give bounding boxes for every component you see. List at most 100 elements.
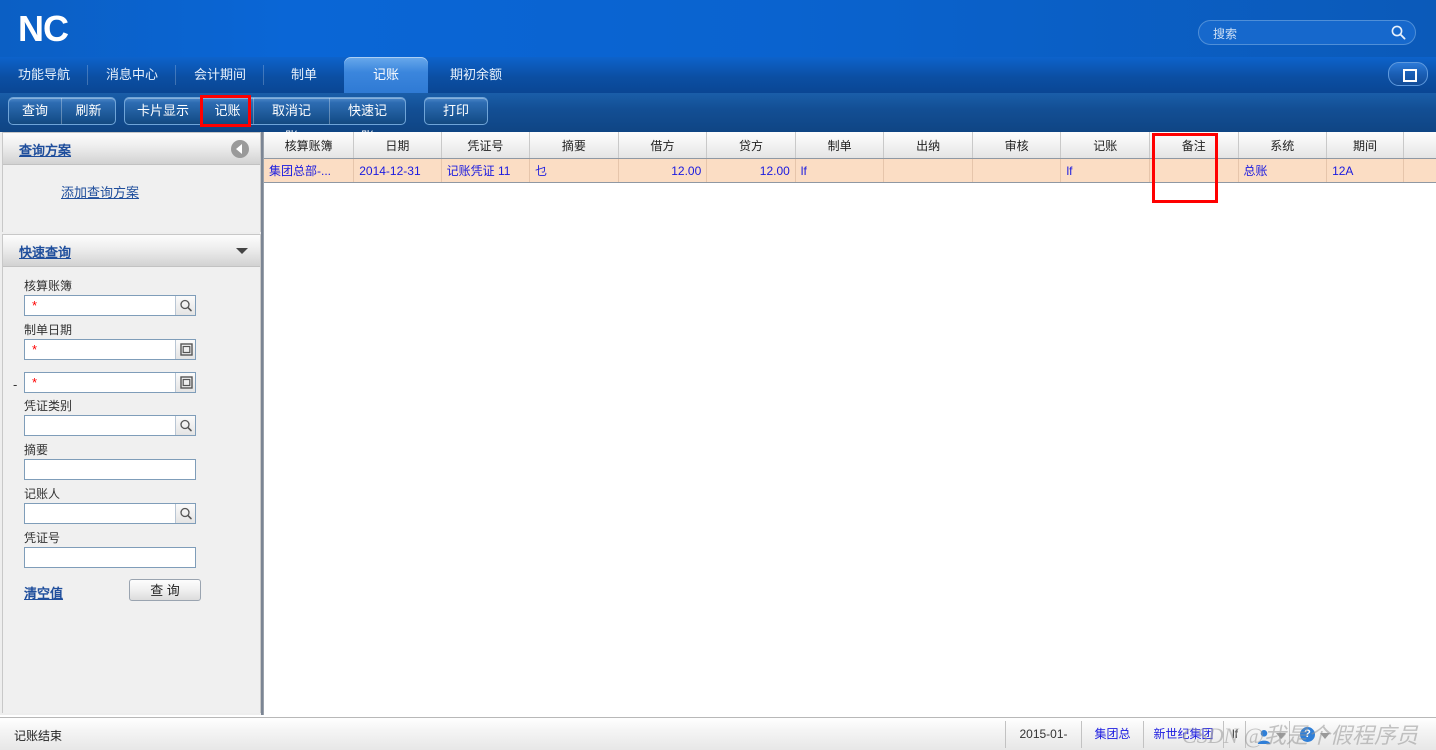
result-grid-wrapper: 核算账簿 日期 凭证号 摘要 借方 贷方 制单 出纳 审核 记账 备注 系统 期… — [264, 132, 1436, 183]
field-label-voucher-no: 凭证号 — [24, 531, 61, 545]
query-scheme-header: 查询方案 — [3, 133, 260, 165]
tab-function-nav[interactable]: 功能导航 — [0, 57, 88, 93]
cell-auditor — [972, 158, 1062, 183]
field-label-abstract: 摘要 — [24, 443, 49, 457]
col-header-maker[interactable]: 制单 — [795, 132, 885, 159]
col-header-voucher-no[interactable]: 凭证号 — [441, 132, 531, 159]
col-header-system[interactable]: 系统 — [1238, 132, 1328, 159]
col-header-date[interactable]: 日期 — [353, 132, 442, 159]
cell-voucher-no: 记账凭证 11 — [441, 158, 531, 183]
workspace: 查询方案 添加查询方案 快速查询 核算账簿 * 制单日期 * - * 凭证类别 … — [0, 132, 1436, 717]
result-content-area: 核算账簿 日期 凭证号 摘要 借方 贷方 制单 出纳 审核 记账 备注 系统 期… — [263, 132, 1436, 715]
col-header-remark[interactable]: 备注 — [1149, 132, 1239, 159]
query-scheme-panel: 查询方案 添加查询方案 — [2, 132, 261, 232]
tab-label: 功能导航 — [17, 67, 70, 82]
collapse-left-icon[interactable] — [231, 140, 249, 158]
col-header-ledger[interactable]: 核算账簿 — [264, 132, 355, 159]
table-row[interactable]: 集团总部-... 2014-12-31 记账凭证 11 乜 12.00 12.0… — [264, 158, 1436, 183]
search-icon[interactable] — [175, 296, 195, 315]
tab-voucher-entry[interactable]: 制单 — [264, 57, 344, 93]
search-icon — [1391, 25, 1406, 40]
table-header-row: 核算账簿 日期 凭证号 摘要 借方 贷方 制单 出纳 审核 记账 备注 系统 期… — [264, 132, 1436, 159]
triangle-down-icon — [1320, 733, 1330, 739]
bookkeeper-input[interactable] — [24, 503, 196, 524]
cell-abstract: 乜 — [529, 158, 619, 183]
bookkeeping-result-table: 核算账簿 日期 凭证号 摘要 借方 贷方 制单 出纳 审核 记账 备注 系统 期… — [264, 132, 1436, 183]
search-placeholder: 搜索 — [1213, 27, 1238, 41]
voucher-type-input[interactable] — [24, 415, 196, 436]
quick-query-title: 快速查询 — [19, 245, 72, 260]
cell-cashier — [883, 158, 973, 183]
col-header-period[interactable]: 期间 — [1326, 132, 1404, 159]
card-view-button[interactable]: 卡片显示 — [125, 98, 201, 124]
tab-label: 消息中心 — [105, 67, 158, 82]
chevron-down-icon[interactable] — [236, 248, 248, 254]
abstract-input[interactable] — [24, 459, 196, 480]
calendar-icon[interactable] — [175, 373, 195, 392]
query-button[interactable]: 查询 — [9, 98, 61, 124]
date-range-separator: - — [13, 377, 18, 392]
status-org[interactable]: 集团总部 — [1081, 721, 1143, 748]
tab-message-center[interactable]: 消息中心 — [88, 57, 176, 93]
bookkeeping-button[interactable]: 记账 — [201, 98, 253, 124]
voucher-date-to-input[interactable]: * — [24, 372, 196, 393]
refresh-button[interactable]: 刷新 — [61, 98, 115, 124]
search-icon[interactable] — [175, 416, 195, 435]
status-group[interactable]: 新世纪集团 — [1143, 721, 1223, 748]
tab-accounting-period[interactable]: 会计期间 — [176, 57, 264, 93]
col-header-auditor[interactable]: 审核 — [972, 132, 1062, 159]
calendar-icon[interactable] — [175, 340, 195, 359]
required-mark: * — [32, 298, 38, 313]
status-user-button[interactable] — [1245, 721, 1289, 748]
col-header-debit[interactable]: 借方 — [618, 132, 708, 159]
col-header-abstract[interactable]: 摘要 — [529, 132, 619, 159]
tab-label: 期初余额 — [449, 67, 502, 82]
tab-bookkeeping[interactable]: 记账 — [344, 57, 428, 93]
nc-application-window: NC 搜索 功能导航 消息中心 会计期间 制单 记账 期初余额 查询 刷新 卡片… — [0, 0, 1436, 750]
restore-window-button[interactable] — [1388, 62, 1428, 86]
triangle-down-icon — [1276, 733, 1286, 739]
field-label-voucher-type: 凭证类别 — [24, 399, 73, 413]
quick-bookkeeping-button[interactable]: 快速记账 — [329, 98, 405, 144]
print-label: 打印 — [442, 103, 469, 118]
col-header-cashier[interactable]: 出纳 — [883, 132, 973, 159]
cell-period: 12A — [1326, 158, 1404, 183]
cell-maker: lf — [795, 158, 885, 183]
status-date: 2015-01-12 — [1005, 721, 1081, 748]
col-header-credit[interactable]: 贷方 — [706, 132, 796, 159]
add-query-scheme-link[interactable]: 添加查询方案 — [61, 182, 139, 201]
cell-debit: 12.00 — [618, 158, 708, 183]
tab-label: 制单 — [290, 67, 317, 82]
cell-date: 2014-12-31 — [353, 158, 442, 183]
cell-ledger: 集团总部-... — [264, 158, 355, 183]
status-message: 记账结束 — [14, 729, 63, 743]
cell-remark — [1149, 158, 1239, 183]
field-label-bookkeeper: 记账人 — [24, 487, 61, 501]
tab-opening-balance[interactable]: 期初余额 — [428, 57, 524, 93]
cell-bookkeeper: lf — [1060, 158, 1150, 183]
query-submit-button[interactable]: 查 询 — [129, 579, 201, 601]
action-toolbar: 查询 刷新 卡片显示 记账 取消记账 快速记账 打印 — [0, 93, 1436, 144]
quick-query-header: 快速查询 — [3, 235, 260, 267]
tab-label: 记账 — [372, 67, 399, 82]
quick-query-panel: 快速查询 核算账簿 * 制单日期 * - * 凭证类别 摘要 记账人 凭证号 清… — [2, 234, 261, 713]
ledger-input[interactable]: * — [24, 295, 196, 316]
print-button[interactable]: 打印 — [425, 98, 487, 141]
query-scheme-title: 查询方案 — [19, 143, 72, 158]
clear-values-link[interactable]: 清空值 — [24, 583, 63, 602]
voucher-no-input[interactable] — [24, 547, 196, 568]
cell-credit: 12.00 — [706, 158, 796, 183]
status-help-button[interactable]: ? — [1289, 721, 1333, 748]
tab-label: 会计期间 — [193, 67, 246, 82]
restore-window-icon — [1403, 69, 1417, 82]
cell-system: 总账 — [1238, 158, 1328, 183]
col-header-bookkeeper[interactable]: 记账 — [1060, 132, 1150, 159]
voucher-date-from-input[interactable]: * — [24, 339, 196, 360]
global-search-input[interactable]: 搜索 — [1198, 20, 1416, 45]
search-icon[interactable] — [175, 504, 195, 523]
field-label-ledger: 核算账簿 — [24, 279, 73, 293]
query-sidebar: 查询方案 添加查询方案 快速查询 核算账簿 * 制单日期 * - * 凭证类别 … — [0, 132, 263, 715]
user-icon — [1257, 727, 1271, 744]
required-mark: * — [32, 375, 38, 390]
cancel-bookkeeping-button[interactable]: 取消记账 — [253, 98, 329, 144]
